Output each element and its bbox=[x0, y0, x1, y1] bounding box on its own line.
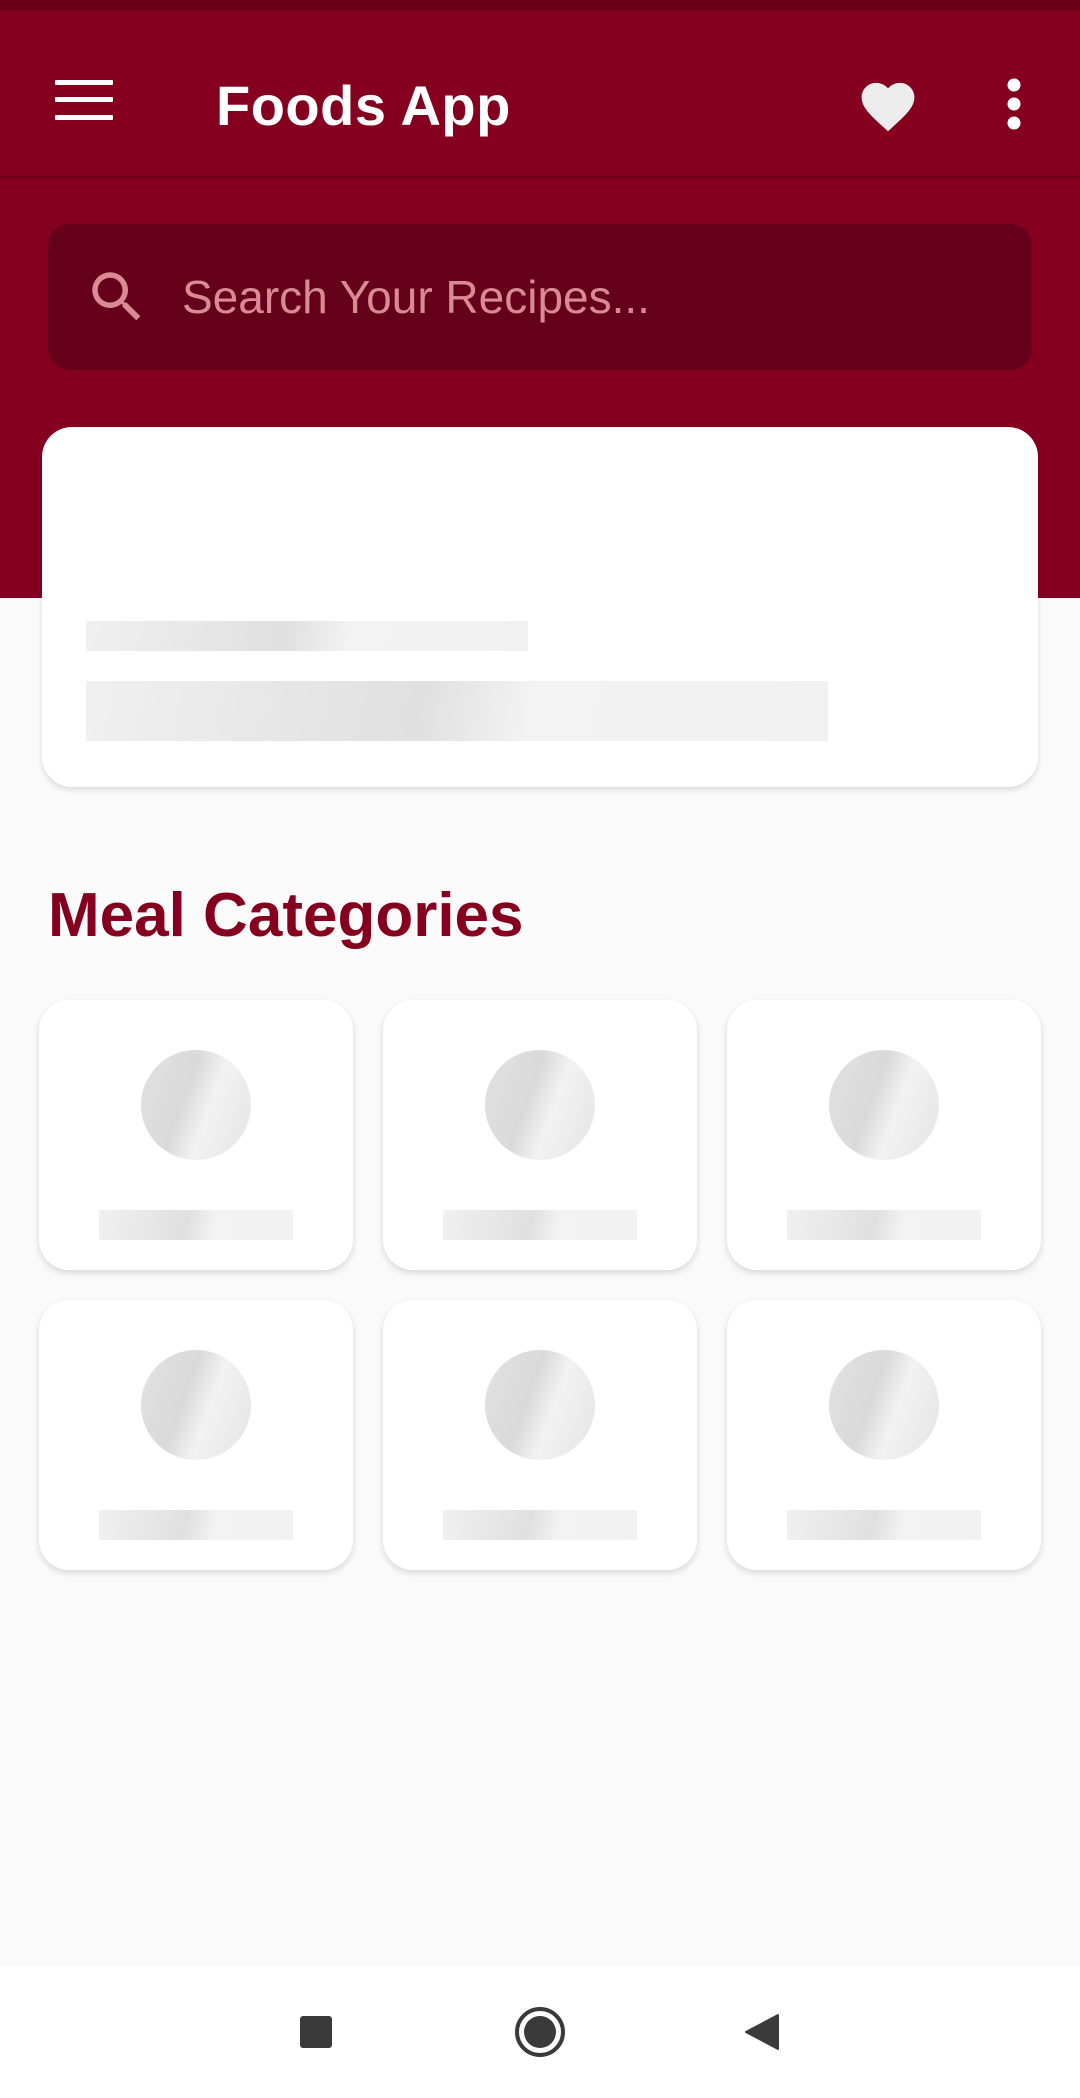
category-image-placeholder bbox=[485, 1350, 595, 1460]
more-vert-icon bbox=[1007, 78, 1021, 130]
search-icon bbox=[92, 272, 141, 321]
triangle-back-icon bbox=[745, 2014, 779, 2050]
app-title: Foods App bbox=[216, 74, 511, 137]
category-image-placeholder bbox=[485, 1050, 595, 1160]
category-image-placeholder bbox=[829, 1050, 939, 1160]
menu-button[interactable] bbox=[42, 58, 126, 142]
category-card-placeholder[interactable] bbox=[727, 1300, 1041, 1570]
status-bar bbox=[0, 0, 1080, 10]
featured-title-placeholder bbox=[86, 621, 528, 651]
category-image-placeholder bbox=[829, 1350, 939, 1460]
category-label-placeholder bbox=[787, 1510, 981, 1540]
category-card-placeholder[interactable] bbox=[39, 1300, 353, 1570]
category-label-placeholder bbox=[443, 1210, 637, 1240]
favorites-button[interactable] bbox=[850, 66, 926, 142]
category-image-placeholder bbox=[141, 1350, 251, 1460]
recents-button[interactable] bbox=[278, 1994, 354, 2070]
featured-subtitle-placeholder bbox=[86, 681, 828, 741]
category-card-placeholder[interactable] bbox=[39, 1000, 353, 1270]
search-input[interactable] bbox=[180, 224, 1000, 370]
category-label-placeholder bbox=[99, 1210, 293, 1240]
section-title-meal-categories: Meal Categories bbox=[48, 881, 524, 950]
more-options-button[interactable] bbox=[986, 66, 1042, 142]
home-button[interactable] bbox=[502, 1994, 578, 2070]
square-icon bbox=[300, 2016, 332, 2048]
category-image-placeholder bbox=[141, 1050, 251, 1160]
category-label-placeholder bbox=[99, 1510, 293, 1540]
category-card-placeholder[interactable] bbox=[383, 1000, 697, 1270]
category-card-placeholder[interactable] bbox=[727, 1000, 1041, 1270]
category-card-placeholder[interactable] bbox=[383, 1300, 697, 1570]
hamburger-menu-icon bbox=[55, 80, 113, 120]
category-label-placeholder bbox=[787, 1210, 981, 1240]
search-bar[interactable] bbox=[48, 224, 1032, 370]
system-navigation-bar bbox=[0, 1966, 1080, 2098]
app-bar: Foods App bbox=[0, 10, 1080, 178]
circle-icon bbox=[515, 2007, 565, 2057]
category-label-placeholder bbox=[443, 1510, 637, 1540]
featured-recipe-card-placeholder[interactable] bbox=[42, 427, 1038, 787]
back-button[interactable] bbox=[724, 1994, 800, 2070]
heart-icon bbox=[861, 82, 915, 132]
